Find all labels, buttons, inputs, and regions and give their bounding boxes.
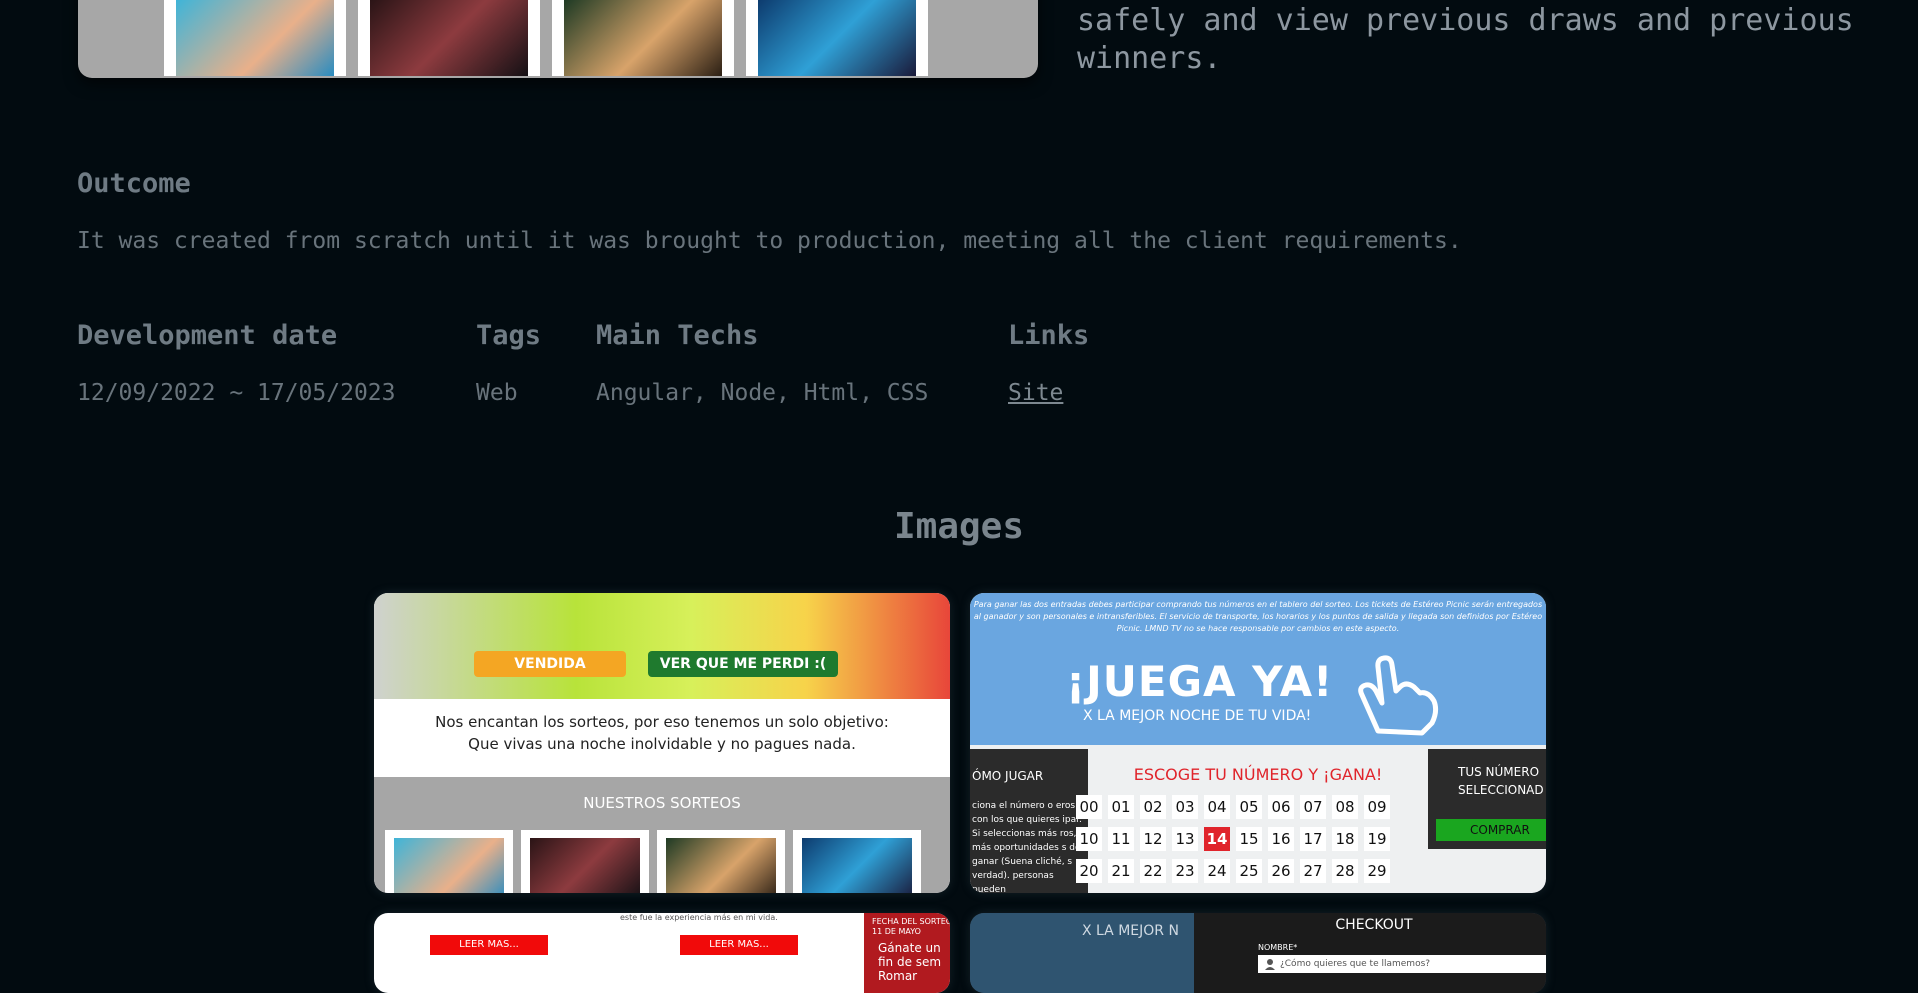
play-subline: X LA MEJOR NOCHE DE TU VIDA! [1083,708,1312,724]
number-cell: 09 [1364,795,1390,819]
promo-side-panel: FECHA DEL SORTEO 11 DE MAYO Gánate un fi… [864,913,950,993]
experience-caption: este fue la experiencia más en mi vida. [620,913,778,922]
draw-thumbnail [657,830,785,893]
links-label: Links [1008,320,1090,351]
hero-thumbnail [164,0,346,76]
how-to-play-title: ÓMO JUGAR [972,769,1044,783]
number-cell: 13 [1172,827,1198,851]
techs-value: Angular, Node, Html, CSS [596,380,929,406]
number-cell: 06 [1268,795,1294,819]
number-cell: 15 [1236,827,1262,851]
number-cell: 28 [1332,859,1358,883]
number-cell: 16 [1268,827,1294,851]
draws-section: NUESTROS SORTEOS [374,777,950,893]
how-to-play-text: ciona el número o eros con los que quier… [972,801,1082,893]
rules-text: Para ganar las dos entradas debes partic… [973,600,1543,633]
number-cell: 00 [1076,795,1102,819]
hero-description: safely and view previous draws and previ… [1077,3,1854,76]
draw-thumbnail [521,830,649,893]
number-cell: 20 [1076,859,1102,883]
number-cell: 29 [1364,859,1390,883]
party-banner: VENDIDA VER QUE ME PERDI :( [374,593,950,699]
checkout-panel: CHECKOUT NOMBRE* ¿Cómo quieres que te ll… [1194,913,1546,993]
name-field: ¿Cómo quieres que te llamemos? [1258,955,1546,973]
number-cell: 22 [1140,859,1166,883]
number-cell: 19 [1364,827,1390,851]
play-banner: Para ganar las dos entradas debes partic… [970,593,1546,745]
number-cell: 26 [1268,859,1294,883]
hero-thumbnail [746,0,928,76]
number-cell: 23 [1172,859,1198,883]
checkout-title: CHECKOUT [1335,917,1413,933]
hero-thumbnail [358,0,540,76]
tags-label: Tags [476,320,542,351]
dev-date-value: 12/09/2022 ~ 17/05/2023 [77,380,396,406]
number-cell: 25 [1236,859,1262,883]
number-cell: 11 [1108,827,1134,851]
number-cell: 10 [1076,827,1102,851]
number-cell: 08 [1332,795,1358,819]
buy-button: COMPRAR [1436,819,1546,841]
intro-line-2: Que vivas una noche inolvidable y no pag… [468,735,856,753]
tags-value: Web [476,380,518,406]
draw-date-text: FECHA DEL SORTEO 11 DE MAYO [872,917,950,936]
gallery-image-2[interactable]: Para ganar las dos entradas debes partic… [970,593,1546,893]
outcome-text: It was created from scratch until it was… [77,228,1462,254]
number-cell: 02 [1140,795,1166,819]
site-link[interactable]: Site [1008,380,1063,406]
number-cell: 05 [1236,795,1262,819]
selected-numbers-title: TUS NÚMERO SELECCIONAD [1458,765,1544,797]
missed-button: VER QUE ME PERDI :( [648,651,838,677]
number-cell: 18 [1332,827,1358,851]
background-subline: X LA MEJOR N [1082,923,1179,939]
number-cell: 17 [1300,827,1326,851]
checkout-background: X LA MEJOR N [970,913,1200,993]
gallery-image-4[interactable]: X LA MEJOR N CHECKOUT NOMBRE* ¿Cómo quie… [970,913,1546,993]
read-more-button: LEER MAS... [430,935,548,955]
number-cell: 27 [1300,859,1326,883]
intro-text: Nos encantan los sorteos, por eso tenemo… [374,711,950,755]
intro-line-1: Nos encantan los sorteos, por eso tenemo… [435,713,889,731]
pointing-hand-icon [1358,655,1439,736]
gallery-image-3[interactable]: este fue la experiencia más en mi vida. … [374,913,950,993]
selected-numbers-panel: TUS NÚMERO SELECCIONAD COMPRAR [1428,749,1546,849]
number-cell: 01 [1108,795,1134,819]
user-icon [1265,959,1275,970]
draws-section-label: NUESTROS SORTEOS [583,794,741,812]
how-to-play-panel: ÓMO JUGAR ciona el número o eros con los… [970,749,1088,893]
gallery-image-1[interactable]: VENDIDA VER QUE ME PERDI :( Nos encantan… [374,593,950,893]
read-more-button: LEER MAS... [680,935,798,955]
number-cell: 24 [1204,859,1230,883]
number-cell: 21 [1108,859,1134,883]
number-cell: 04 [1204,795,1230,819]
draw-thumbnail [385,830,513,893]
draw-thumbnail [793,830,921,893]
number-cell: 14 [1204,827,1230,851]
techs-label: Main Techs [596,320,759,351]
choose-number-title: ESCOGE TU NÚMERO Y ¡GANA! [1133,765,1383,784]
name-field-label: NOMBRE* [1258,943,1298,952]
hero-gallery-card [78,0,1038,78]
outcome-heading: Outcome [77,168,191,199]
dev-date-label: Development date [77,320,338,351]
images-heading: Images [893,506,1025,547]
number-cell: 03 [1172,795,1198,819]
number-cell: 07 [1300,795,1326,819]
play-headline: ¡JUEGA YA! [1066,657,1334,706]
sold-badge: VENDIDA [474,651,626,677]
number-cell: 12 [1140,827,1166,851]
hero-thumbnail [552,0,734,76]
